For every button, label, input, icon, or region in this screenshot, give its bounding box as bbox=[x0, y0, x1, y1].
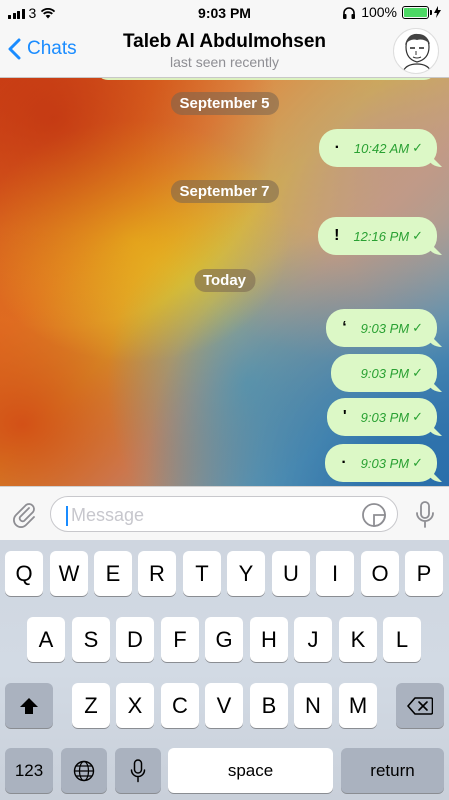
key-c[interactable]: C bbox=[161, 683, 199, 728]
key-o[interactable]: O bbox=[361, 551, 399, 596]
headphones-icon bbox=[343, 6, 356, 19]
battery-icon bbox=[402, 5, 432, 19]
shift-arrow-icon bbox=[20, 697, 38, 714]
key-f[interactable]: F bbox=[161, 617, 199, 662]
chat-area[interactable]: September 5 · 10:42 AM ✓ September 7 ! 1… bbox=[0, 78, 449, 486]
microphone-icon bbox=[130, 758, 146, 782]
key-l[interactable]: L bbox=[383, 617, 421, 662]
message-bubble[interactable]: ' 9:03 PM ✓ bbox=[326, 398, 437, 436]
return-key[interactable]: return bbox=[341, 748, 444, 793]
back-button[interactable]: Chats bbox=[8, 38, 77, 60]
message-bubble[interactable]: ‘ 9:03 PM ✓ bbox=[326, 309, 437, 347]
chat-title[interactable]: Taleb Al Abdulmohsen bbox=[80, 31, 369, 53]
key-p[interactable]: P bbox=[405, 551, 443, 596]
sent-check-icon: ✓ bbox=[412, 140, 423, 155]
key-z[interactable]: Z bbox=[72, 683, 110, 728]
key-v[interactable]: V bbox=[205, 683, 243, 728]
message-input-bar: Message bbox=[0, 486, 449, 540]
text-caret bbox=[66, 506, 68, 526]
message-time: 9:03 PM bbox=[360, 320, 410, 336]
message-time: 12:16 PM bbox=[353, 228, 410, 244]
microphone-icon[interactable] bbox=[413, 500, 437, 530]
key-r[interactable]: R bbox=[138, 551, 176, 596]
sent-check-icon: ✓ bbox=[412, 455, 423, 470]
battery-percent: 100% bbox=[361, 4, 397, 20]
sent-check-icon: ✓ bbox=[412, 365, 423, 380]
date-separator: September 5 bbox=[170, 92, 279, 115]
message-bubble[interactable]: ! 12:16 PM ✓ bbox=[318, 217, 437, 255]
message-text: · bbox=[341, 454, 347, 471]
message-bubble[interactable]: · 9:03 PM ✓ bbox=[325, 444, 437, 482]
message-placeholder: Message bbox=[71, 505, 145, 525]
avatar[interactable] bbox=[393, 28, 439, 74]
globe-key[interactable] bbox=[61, 748, 107, 793]
paperclip-icon[interactable] bbox=[10, 500, 38, 528]
nav-bar: Chats Taleb Al Abdulmohsen last seen rec… bbox=[0, 26, 449, 78]
globe-icon bbox=[73, 760, 95, 781]
sent-check-icon: ✓ bbox=[412, 409, 423, 424]
message-time: 9:03 PM bbox=[360, 365, 410, 381]
key-x[interactable]: X bbox=[116, 683, 154, 728]
message-input[interactable]: Message bbox=[50, 496, 398, 532]
status-right: 100% bbox=[342, 4, 441, 20]
key-y[interactable]: Y bbox=[227, 551, 265, 596]
sticker-icon[interactable] bbox=[361, 502, 387, 528]
key-k[interactable]: K bbox=[339, 617, 377, 662]
key-h[interactable]: H bbox=[250, 617, 288, 662]
key-n[interactable]: N bbox=[294, 683, 332, 728]
back-label: Chats bbox=[27, 38, 77, 59]
chat-subtitle: last seen recently bbox=[170, 54, 279, 70]
date-separator: September 7 bbox=[170, 180, 279, 203]
chevron-left-icon bbox=[8, 38, 21, 60]
keyboard: Q W E R T Y U I O P A S D F G H J K L Z … bbox=[0, 540, 449, 800]
numbers-key[interactable]: 123 bbox=[5, 748, 53, 793]
message-text: ' bbox=[342, 408, 347, 425]
delete-key[interactable] bbox=[396, 683, 444, 728]
avatar-sketch-icon bbox=[401, 33, 433, 73]
date-separator: Today bbox=[193, 269, 256, 292]
shift-key[interactable] bbox=[5, 683, 53, 728]
charging-icon bbox=[434, 6, 441, 18]
sent-check-icon: ✓ bbox=[412, 320, 423, 335]
key-m[interactable]: M bbox=[339, 683, 377, 728]
message-time: 9:03 PM bbox=[360, 455, 410, 471]
key-a[interactable]: A bbox=[27, 617, 65, 662]
key-q[interactable]: Q bbox=[5, 551, 43, 596]
backspace-icon bbox=[407, 696, 433, 715]
message-text: ‘ bbox=[342, 319, 347, 336]
key-u[interactable]: U bbox=[272, 551, 310, 596]
message-bubble[interactable]: 9:03 PM ✓ bbox=[330, 354, 437, 392]
key-g[interactable]: G bbox=[205, 617, 243, 662]
message-text: · bbox=[334, 139, 340, 156]
key-d[interactable]: D bbox=[116, 617, 154, 662]
message-time: 10:42 AM bbox=[353, 140, 410, 156]
key-w[interactable]: W bbox=[50, 551, 88, 596]
key-b[interactable]: B bbox=[250, 683, 288, 728]
sent-check-icon: ✓ bbox=[412, 228, 423, 243]
partial-message-bubble bbox=[96, 78, 436, 80]
space-key[interactable]: space bbox=[168, 748, 333, 793]
key-e[interactable]: E bbox=[94, 551, 132, 596]
message-bubble[interactable]: · 10:42 AM ✓ bbox=[318, 129, 437, 167]
key-t[interactable]: T bbox=[183, 551, 221, 596]
status-bar: 3 9:03 PM 100% bbox=[0, 0, 449, 26]
dictation-key[interactable] bbox=[115, 748, 161, 793]
message-text: ! bbox=[334, 227, 340, 244]
key-j[interactable]: J bbox=[294, 617, 332, 662]
message-time: 9:03 PM bbox=[360, 409, 410, 425]
key-s[interactable]: S bbox=[72, 617, 110, 662]
key-i[interactable]: I bbox=[316, 551, 354, 596]
